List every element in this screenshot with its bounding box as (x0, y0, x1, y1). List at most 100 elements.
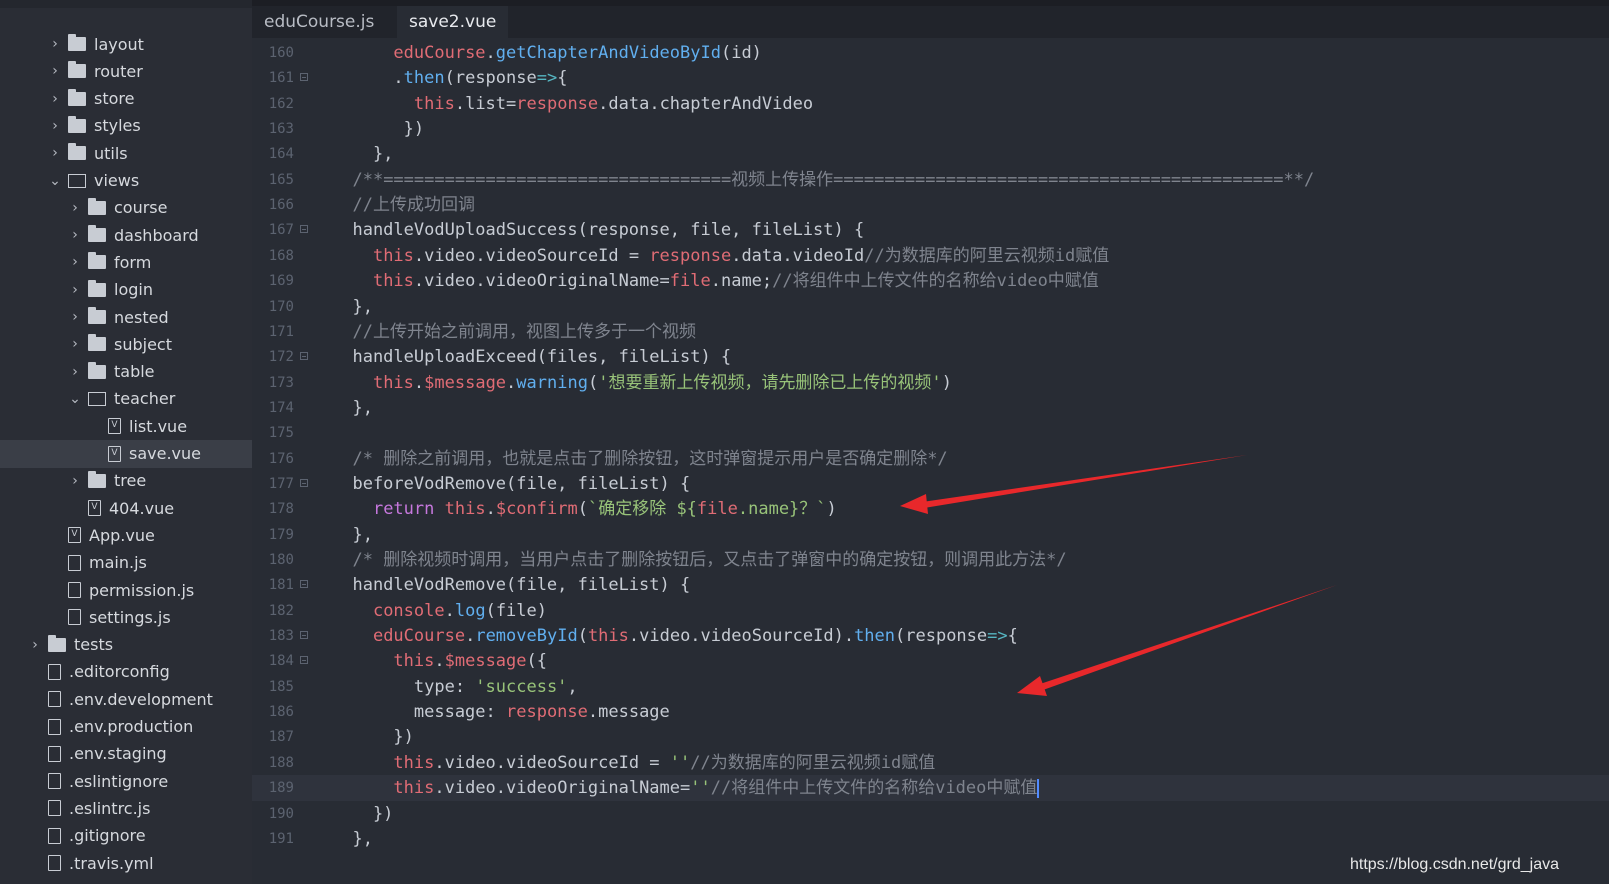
code-text: handleVodRemove(file, fileList) { (332, 575, 691, 596)
fold-toggle-icon[interactable] (300, 631, 308, 640)
line-number: 185 (268, 678, 294, 695)
tree-item-styles[interactable]: › styles (0, 112, 252, 140)
code-line[interactable]: 174 }, (252, 395, 1609, 421)
tree-item-course[interactable]: › course (0, 194, 252, 222)
tree-item-layout[interactable]: › layout (0, 30, 252, 58)
code-line[interactable]: 186 message: response.message (252, 699, 1609, 725)
tree-item-env-development[interactable]: .env.development (0, 685, 252, 713)
tree-item-eslintrc-js[interactable]: .eslintrc.js (0, 794, 252, 822)
code-line[interactable]: 189 this.video.videoOriginalName=''//将组件… (252, 775, 1609, 802)
code-line[interactable]: 187 }) (252, 724, 1609, 750)
code-line[interactable]: 180 /* 删除视频时调用，当用户点击了删除按钮后，又点击了弹窗中的确定按钮，… (252, 547, 1609, 573)
tree-item-label: .eslintignore (69, 771, 169, 791)
fold-toggle-icon[interactable] (300, 656, 308, 665)
chevron-right-icon[interactable]: › (48, 36, 62, 52)
chevron-down-icon[interactable]: ⌄ (48, 173, 62, 189)
chevron-right-icon[interactable]: › (48, 63, 62, 79)
tree-item-tests[interactable]: › tests (0, 631, 252, 659)
fold-toggle-icon[interactable] (300, 73, 308, 82)
tree-item-editorconfig[interactable]: .editorconfig (0, 658, 252, 686)
tree-item-dashboard[interactable]: › dashboard (0, 221, 252, 249)
chevron-right-icon[interactable]: › (68, 200, 82, 216)
tree-item-store[interactable]: › store (0, 85, 252, 113)
tree-item-tree[interactable]: › tree (0, 467, 252, 495)
fold-toggle-icon[interactable] (300, 580, 308, 589)
chevron-right-icon[interactable]: › (68, 473, 82, 489)
tree-item-env-staging[interactable]: .env.staging (0, 740, 252, 768)
tab-educourse-js[interactable]: eduCourse.js (252, 6, 386, 38)
code-text: handleUploadExceed(files, fileList) { (332, 347, 732, 368)
code-line[interactable]: 191 }, (252, 826, 1609, 852)
file-icon (48, 827, 61, 844)
tree-item-app-vue[interactable]: V App.vue (0, 521, 252, 549)
code-line[interactable]: 163 }) (252, 116, 1609, 142)
chevron-right-icon[interactable]: › (68, 336, 82, 352)
code-line[interactable]: 170 }, (252, 294, 1609, 320)
code-line[interactable]: 190 }) (252, 801, 1609, 827)
file-icon (48, 745, 61, 762)
line-number: 164 (268, 146, 294, 163)
code-line[interactable]: 179 }, (252, 522, 1609, 548)
code-line[interactable]: 171 //上传开始之前调用，视图上传多于一个视频 (252, 319, 1609, 345)
tree-item-subject[interactable]: › subject (0, 330, 252, 358)
code-line[interactable]: 181 handleVodRemove(file, fileList) { (252, 572, 1609, 598)
code-line[interactable]: 162 this.list=response.data.chapterAndVi… (252, 91, 1609, 117)
code-line[interactable]: 166 //上传成功回调 (252, 192, 1609, 218)
chevron-right-icon[interactable]: › (68, 254, 82, 270)
chevron-right-icon[interactable]: › (48, 91, 62, 107)
tree-item-label: form (114, 252, 152, 272)
tree-item-table[interactable]: › table (0, 358, 252, 386)
tree-item-travis-yml[interactable]: .travis.yml (0, 849, 252, 877)
code-line[interactable]: 167 handleVodUploadSuccess(response, fil… (252, 217, 1609, 243)
chevron-right-icon[interactable]: › (68, 364, 82, 380)
tree-item-utils[interactable]: › utils (0, 139, 252, 167)
code-line[interactable]: 169 this.video.videoOriginalName=file.na… (252, 268, 1609, 294)
tree-item-settings-js[interactable]: settings.js (0, 603, 252, 631)
line-number: 179 (268, 526, 294, 543)
code-line[interactable]: 165 /**=================================… (252, 167, 1609, 193)
tree-item-teacher[interactable]: ⌄ teacher (0, 385, 252, 413)
tree-item-router[interactable]: › router (0, 57, 252, 85)
chevron-right-icon[interactable]: › (68, 227, 82, 243)
tree-item-nested[interactable]: › nested (0, 303, 252, 331)
fold-toggle-icon[interactable] (300, 225, 308, 234)
line-number: 176 (268, 450, 294, 467)
code-text: }) (332, 803, 394, 824)
code-line[interactable]: 182 console.log(file) (252, 598, 1609, 624)
chevron-right-icon[interactable]: › (68, 309, 82, 325)
line-number: 175 (268, 425, 294, 442)
tree-item-login[interactable]: › login (0, 276, 252, 304)
code-line[interactable]: 172 handleUploadExceed(files, fileList) … (252, 344, 1609, 370)
chevron-right-icon[interactable]: › (68, 282, 82, 298)
tree-item-save-vue[interactable]: Vsave.vue (0, 439, 252, 468)
fold-toggle-icon[interactable] (300, 478, 308, 487)
chevron-down-icon[interactable]: ⌄ (68, 391, 82, 407)
tree-item-gitignore[interactable]: .gitignore (0, 822, 252, 850)
code-line[interactable]: 184 this.$message({ (252, 648, 1609, 674)
tree-item-form[interactable]: › form (0, 248, 252, 276)
code-line[interactable]: 183 eduCourse.removeById(this.video.vide… (252, 623, 1609, 649)
chevron-right-icon[interactable]: › (48, 145, 62, 161)
tree-item-main-js[interactable]: main.js (0, 549, 252, 577)
tree-item-views[interactable]: ⌄ views (0, 167, 252, 195)
tree-item-eslintignore[interactable]: .eslintignore (0, 767, 252, 795)
tree-item-label: .env.production (69, 717, 194, 736)
tree-item-permission-js[interactable]: permission.js (0, 576, 252, 604)
tab-save2-vue[interactable]: save2.vue (397, 6, 509, 38)
code-line[interactable]: 161 .then(response=>{ (252, 65, 1609, 91)
code-text: this.$message({ (393, 651, 547, 672)
code-line[interactable]: 164 }, (252, 141, 1609, 167)
fold-toggle-icon[interactable] (300, 352, 308, 361)
chevron-right-icon[interactable]: › (28, 637, 42, 653)
code-line[interactable]: 173 this.$message.warning('想要重新上传视频，请先删除… (252, 370, 1609, 396)
tree-item-list-vue[interactable]: Vlist.vue (0, 412, 252, 440)
code-line[interactable]: 175 (252, 420, 1609, 446)
tree-item-env-production[interactable]: .env.production (0, 713, 252, 741)
code-line[interactable]: 168 this.video.videoSourceId = response.… (252, 243, 1609, 269)
code-line[interactable]: 160 eduCourse.getChapterAndVideoById(id) (252, 40, 1609, 66)
code-line[interactable]: 185 type: 'success', (252, 674, 1609, 700)
text-cursor (1037, 778, 1040, 798)
tree-item-404-vue[interactable]: V 404.vue (0, 494, 252, 522)
chevron-right-icon[interactable]: › (48, 118, 62, 134)
code-line[interactable]: 188 this.video.videoSourceId = ''//为数据库的… (252, 750, 1609, 776)
